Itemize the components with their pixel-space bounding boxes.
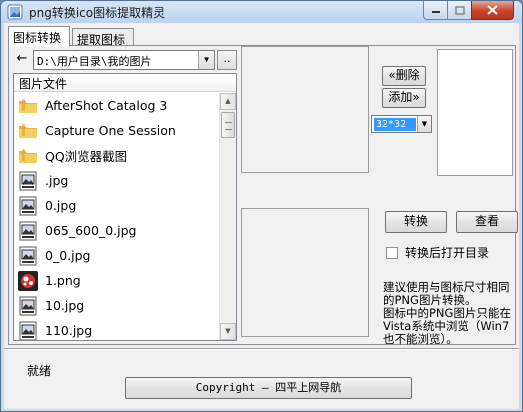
- list-item-name: 0.jpg: [45, 198, 77, 213]
- list-item-name: 10.jpg: [45, 298, 85, 313]
- list-item-name: 1.png: [45, 273, 81, 288]
- list-item[interactable]: 110.jpg: [14, 318, 220, 340]
- scroll-down-arrow-icon[interactable]: ▼: [220, 323, 236, 340]
- image-file-icon: [17, 295, 39, 317]
- list-item[interactable]: AfterShot Catalog 3: [14, 93, 220, 118]
- copyright-link-button[interactable]: Copyright — 四平上网导航: [125, 377, 412, 399]
- title-bar[interactable]: png转换ico图标提取精灵: [1, 1, 522, 23]
- browse-button[interactable]: ..: [217, 50, 237, 70]
- open-after-convert-checkbox[interactable]: [386, 246, 398, 259]
- status-text: 就绪: [27, 364, 52, 378]
- list-item-name: AfterShot Catalog 3: [45, 98, 168, 113]
- minimize-button[interactable]: [423, 1, 448, 20]
- view-button[interactable]: 查看: [456, 211, 518, 233]
- hint-line-1: 建议使用与图标尺寸相同的PNG图片转换。: [383, 280, 510, 307]
- convert-tab-panel: ← D:\用户目录\我的图片 ▼ .. 图片文件 AfterShot Catal…: [8, 45, 518, 346]
- icon-size-value: 32*32: [374, 118, 416, 131]
- folder-icon: [17, 120, 39, 142]
- list-item[interactable]: 10.jpg: [14, 293, 220, 318]
- tab-extract-icon[interactable]: 提取图标: [72, 28, 134, 47]
- list-item-name: 065_600_0.jpg: [45, 223, 137, 238]
- icon-size-select[interactable]: 32*32 ▼: [371, 115, 432, 133]
- icon-size-list[interactable]: [437, 49, 513, 176]
- list-item-name: .jpg: [45, 173, 69, 188]
- image-file-icon: [17, 170, 39, 192]
- image-file-icon: [17, 245, 39, 267]
- maximize-icon: [454, 5, 465, 15]
- list-item-name: Capture One Session: [45, 123, 176, 138]
- list-item[interactable]: Capture One Session: [14, 118, 220, 143]
- tab-icon-convert[interactable]: 图标转换: [8, 26, 70, 47]
- file-list[interactable]: 图片文件 AfterShot Catalog 3 Capture One Sess…: [13, 73, 237, 341]
- app-window: png转换ico图标提取精灵 图标转换 提取图标 ← D:\用户目录\我的图片 …: [0, 0, 523, 412]
- close-button[interactable]: [471, 1, 514, 20]
- back-arrow-button[interactable]: ←: [13, 51, 31, 69]
- source-preview-box: [241, 46, 369, 173]
- open-after-convert-label: 转换后打开目录: [405, 246, 490, 260]
- folder-icon: [17, 145, 39, 167]
- app-icon: [7, 4, 23, 20]
- result-preview-box: [241, 208, 369, 337]
- client-area: 图标转换 提取图标 ← D:\用户目录\我的图片 ▼ .. 图片文件 After…: [4, 23, 519, 409]
- list-item[interactable]: QQ浏览器截图: [14, 143, 220, 168]
- list-item-name: QQ浏览器截图: [45, 149, 128, 164]
- window-title: png转换ico图标提取精灵: [29, 6, 166, 20]
- maximize-button[interactable]: [447, 1, 472, 20]
- image-file-icon: [17, 320, 39, 340]
- chevron-down-icon[interactable]: ▼: [417, 116, 431, 132]
- open-after-convert-option[interactable]: 转换后打开目录: [386, 244, 489, 261]
- folder-icon: [17, 95, 39, 117]
- hint-text: 建议使用与图标尺寸相同的PNG图片转换。 图标中的PNG图片只能在Vista系统…: [383, 281, 517, 346]
- minimize-icon: [431, 11, 440, 13]
- scrollbar-thumb[interactable]: [221, 112, 235, 138]
- scroll-up-arrow-icon[interactable]: ▲: [220, 93, 236, 110]
- delete-button[interactable]: «删除: [382, 66, 426, 86]
- chevron-down-icon[interactable]: ▼: [198, 51, 214, 69]
- list-item[interactable]: 0.jpg: [14, 193, 220, 218]
- image-file-icon: [17, 220, 39, 242]
- list-item[interactable]: 1.png: [14, 268, 220, 293]
- add-button[interactable]: 添加»: [382, 88, 426, 108]
- list-item[interactable]: 0_0.jpg: [14, 243, 220, 268]
- status-separator: [4, 348, 519, 350]
- image-file-icon: [17, 195, 39, 217]
- list-column-header[interactable]: 图片文件: [14, 74, 236, 92]
- list-item[interactable]: 065_600_0.jpg: [14, 218, 220, 243]
- path-combobox[interactable]: D:\用户目录\我的图片 ▼: [33, 50, 215, 70]
- path-value: D:\用户目录\我的图片: [37, 55, 152, 68]
- vertical-scrollbar[interactable]: ▲ ▼: [219, 93, 236, 340]
- png-thumbnail-icon: [17, 270, 39, 292]
- list-body: AfterShot Catalog 3 Capture One Session QQ…: [14, 93, 220, 340]
- list-item[interactable]: .jpg: [14, 168, 220, 193]
- list-item-name: 110.jpg: [45, 323, 93, 338]
- convert-button[interactable]: 转换: [385, 211, 447, 233]
- close-icon: [487, 5, 498, 15]
- list-item-name: 0_0.jpg: [45, 248, 91, 263]
- hint-line-2: 图标中的PNG图片只能在Vista系统中浏览（Win7也不能浏览）。: [383, 306, 511, 346]
